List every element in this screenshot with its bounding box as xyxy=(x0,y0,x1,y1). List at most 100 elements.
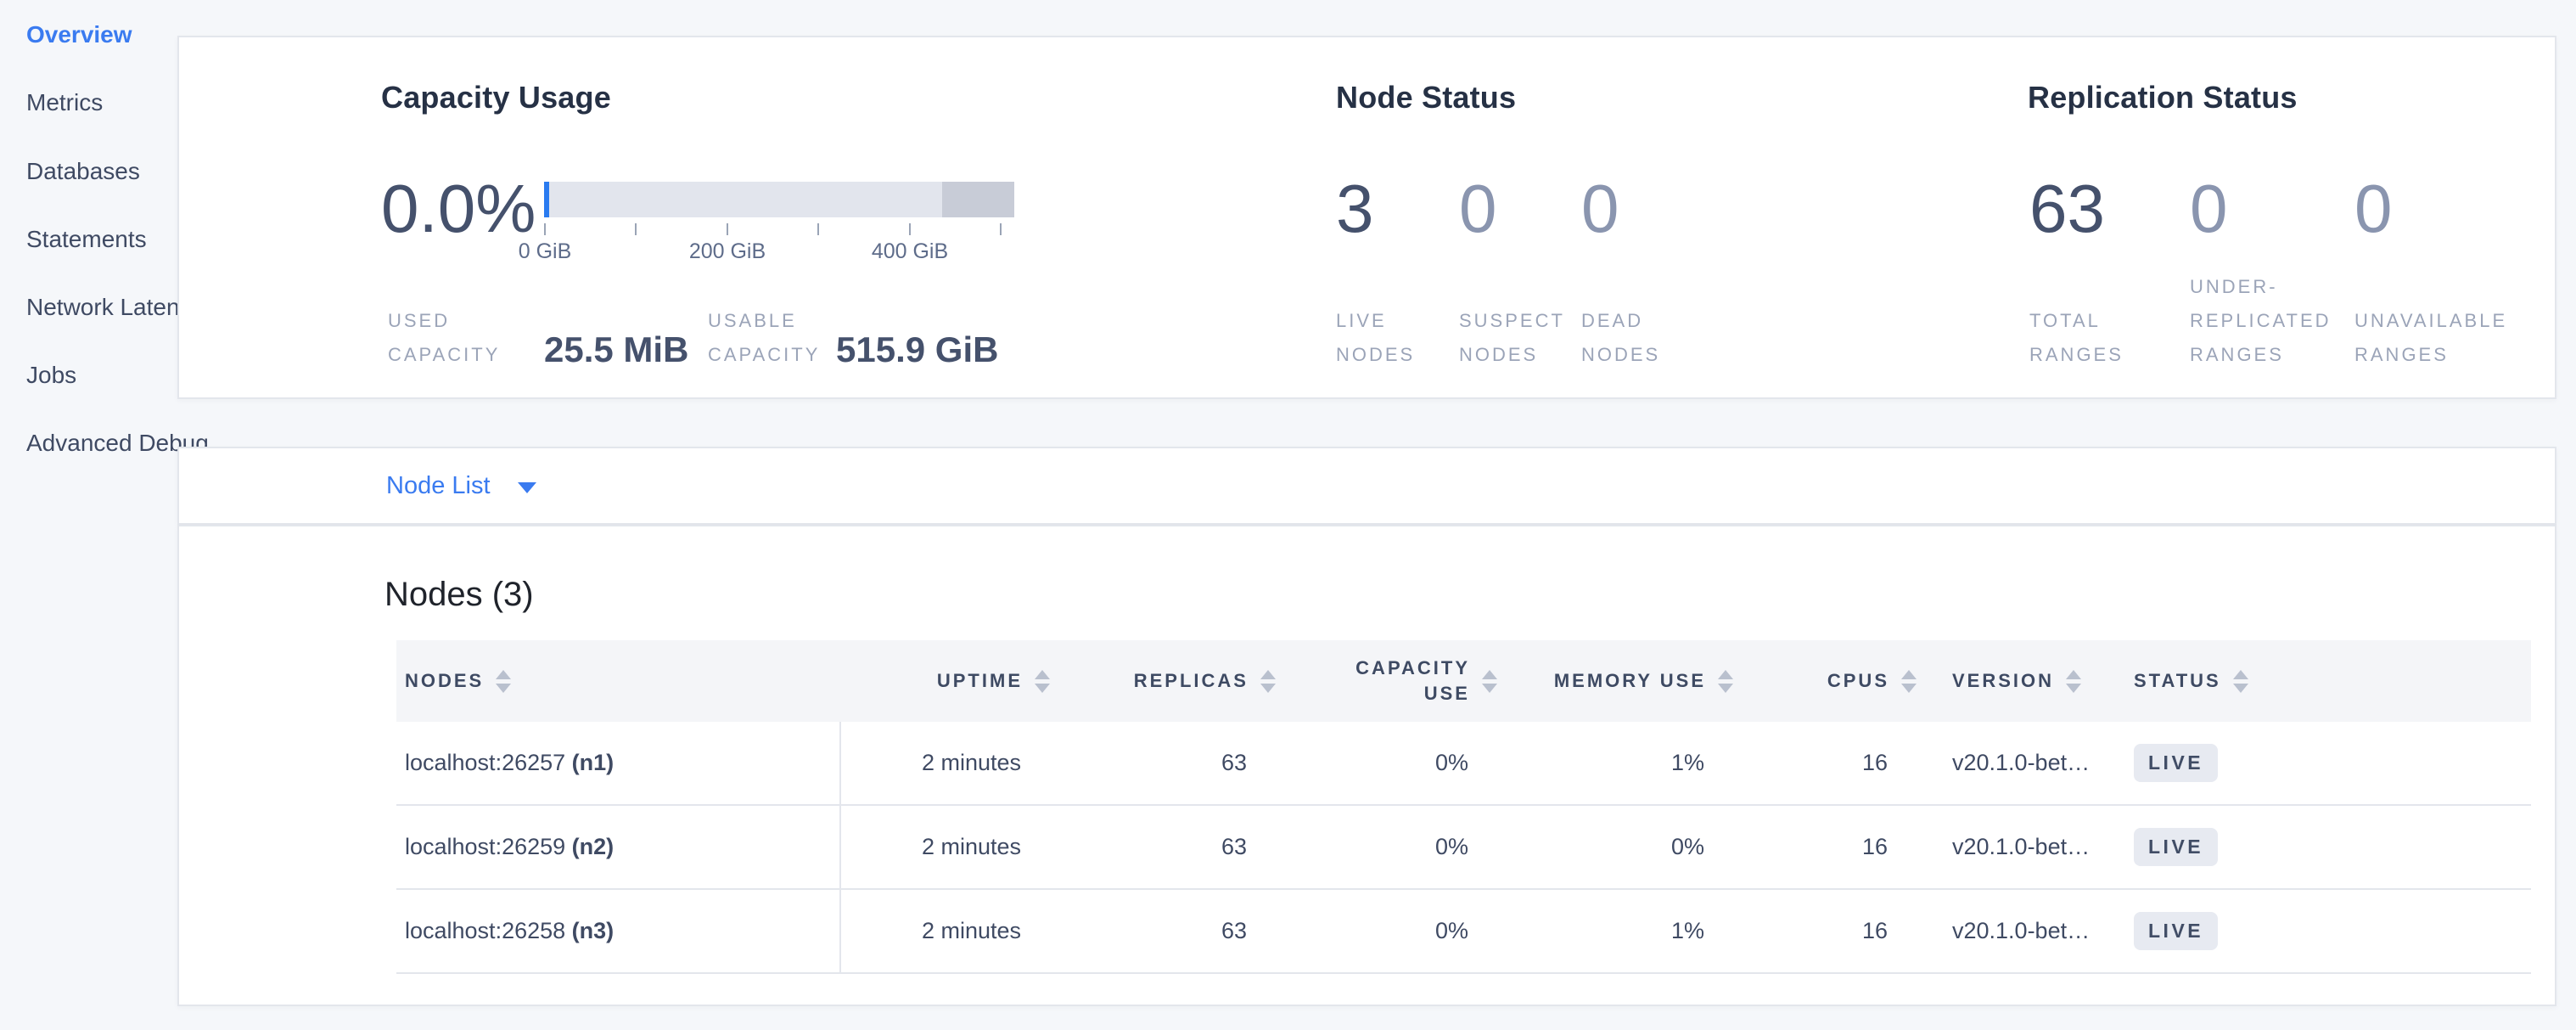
node-id: (n3) xyxy=(572,918,615,943)
gauge-tick xyxy=(544,223,546,235)
dead-nodes-label-line1: DEAD xyxy=(1581,304,1660,338)
node-address-cell[interactable]: localhost:26259 (n2) xyxy=(396,834,839,860)
column-header-cpus[interactable]: CPUS xyxy=(1704,640,1888,722)
used-capacity-label-line2: CAPACITY xyxy=(388,338,500,372)
node-list-dropdown[interactable]: Node List xyxy=(386,448,536,523)
usable-capacity-label-line1: USABLE xyxy=(708,304,820,338)
status-cell: LIVE xyxy=(2134,744,2531,782)
node-address: localhost:26257 xyxy=(405,750,565,775)
capacity-use-cell: 0% xyxy=(1247,750,1468,776)
node-list-dropdown-label: Node List xyxy=(386,472,491,500)
capacity-gauge-reserved-segment xyxy=(942,182,1014,217)
column-header-uptime-label: UPTIME xyxy=(937,670,1023,692)
gauge-tick xyxy=(1000,223,1002,235)
dead-nodes-label: DEAD NODES xyxy=(1581,304,1660,372)
uptime-cell: 2 minutes xyxy=(839,834,1021,860)
nodes-table-card: Nodes (3) NODES UPTIME REPLICAS CAPACITY… xyxy=(177,525,2556,1006)
status-badge: LIVE xyxy=(2134,744,2218,782)
under-replicated-label-line3: RANGES xyxy=(2190,338,2332,372)
capacity-use-cell: 0% xyxy=(1247,918,1468,944)
gauge-tick xyxy=(635,223,637,235)
nodes-table: NODES UPTIME REPLICAS CAPACITY USE MEMOR… xyxy=(396,640,2531,974)
memory-use-cell: 1% xyxy=(1468,750,1704,776)
sort-icon xyxy=(2233,670,2248,693)
unavailable-ranges-label-line1: UNAVAILABLE xyxy=(2354,304,2507,338)
sidebar-item-databases[interactable]: Databases xyxy=(26,155,140,189)
column-header-capacity-use[interactable]: CAPACITY USE xyxy=(1247,640,1468,722)
gauge-axis-label: 200 GiB xyxy=(668,239,787,264)
capacity-used-percent: 0.0% xyxy=(381,166,536,251)
column-header-status[interactable]: STATUS xyxy=(2134,640,2531,722)
under-replicated-ranges-count: 0 xyxy=(2190,166,2228,251)
under-replicated-label-line1: UNDER- xyxy=(2190,270,2332,304)
gauge-tick xyxy=(817,223,819,235)
nodes-column-divider xyxy=(839,722,841,974)
suspect-nodes-count: 0 xyxy=(1459,166,1497,251)
replicas-cell: 63 xyxy=(1021,834,1247,860)
table-row: localhost:26259 (n2) 2 minutes 63 0% 0% … xyxy=(396,806,2531,890)
sort-icon xyxy=(496,670,511,693)
used-capacity-label: USED CAPACITY xyxy=(388,304,500,372)
cpus-cell: 16 xyxy=(1704,918,1888,944)
unavailable-ranges-count: 0 xyxy=(2354,166,2393,251)
column-header-version-label: VERSION xyxy=(1952,670,2054,692)
gauge-tick xyxy=(909,223,911,235)
total-ranges-count: 63 xyxy=(2029,166,2105,251)
capacity-use-label-line1: CAPACITY xyxy=(1355,656,1470,681)
gauge-tick xyxy=(727,223,728,235)
replication-status-title: Replication Status xyxy=(2028,80,2298,115)
suspect-nodes-label-line1: SUSPECT xyxy=(1459,304,1565,338)
live-nodes-label: LIVE NODES xyxy=(1336,304,1415,372)
gauge-axis-label: 0 GiB xyxy=(485,239,604,264)
uptime-cell: 2 minutes xyxy=(839,750,1021,776)
table-row: localhost:26258 (n3) 2 minutes 63 0% 1% … xyxy=(396,890,2531,974)
column-header-memory-use[interactable]: MEMORY USE xyxy=(1468,640,1704,722)
column-header-version[interactable]: VERSION xyxy=(1888,640,2134,722)
nodes-table-header: NODES UPTIME REPLICAS CAPACITY USE MEMOR… xyxy=(396,640,2531,722)
dead-nodes-label-line2: NODES xyxy=(1581,338,1660,372)
sidebar-item-overview[interactable]: Overview xyxy=(26,18,132,52)
replicas-cell: 63 xyxy=(1021,918,1247,944)
view-selector-card: Node List xyxy=(177,447,2556,525)
unavailable-ranges-label: UNAVAILABLE RANGES xyxy=(2354,304,2507,372)
sidebar-item-metrics[interactable]: Metrics xyxy=(26,86,103,120)
status-badge: LIVE xyxy=(2134,828,2218,866)
under-replicated-label-line2: REPLICATED xyxy=(2190,304,2332,338)
used-capacity-value: 25.5 MiB xyxy=(544,329,688,370)
total-ranges-label-line1: TOTAL xyxy=(2029,304,2124,338)
node-status-title: Node Status xyxy=(1336,80,1516,115)
cluster-summary-card: Capacity Usage 0.0% 0 GiB 200 GiB 400 Gi… xyxy=(177,36,2556,399)
memory-use-cell: 1% xyxy=(1468,918,1704,944)
under-replicated-ranges-label: UNDER- REPLICATED RANGES xyxy=(2190,270,2332,372)
column-header-replicas-label: REPLICAS xyxy=(1134,670,1249,692)
status-badge: LIVE xyxy=(2134,912,2218,950)
node-id: (n2) xyxy=(572,834,615,859)
node-address-cell[interactable]: localhost:26258 (n3) xyxy=(396,918,839,944)
cpus-cell: 16 xyxy=(1704,750,1888,776)
dead-nodes-count: 0 xyxy=(1581,166,1619,251)
live-nodes-count: 3 xyxy=(1336,166,1374,251)
unavailable-ranges-label-line2: RANGES xyxy=(2354,338,2507,372)
column-header-uptime[interactable]: UPTIME xyxy=(839,640,1021,722)
sidebar-item-statements[interactable]: Statements xyxy=(26,222,147,256)
node-id: (n1) xyxy=(572,750,615,775)
total-ranges-label: TOTAL RANGES xyxy=(2029,304,2124,372)
capacity-gauge xyxy=(544,182,1014,217)
node-address: localhost:26258 xyxy=(405,918,565,943)
nodes-table-title: Nodes (3) xyxy=(384,576,534,614)
usable-capacity-label-line2: CAPACITY xyxy=(708,338,820,372)
live-nodes-label-line1: LIVE xyxy=(1336,304,1415,338)
table-row: localhost:26257 (n1) 2 minutes 63 0% 1% … xyxy=(396,722,2531,806)
status-cell: LIVE xyxy=(2134,828,2531,866)
column-header-replicas[interactable]: REPLICAS xyxy=(1021,640,1247,722)
column-header-nodes[interactable]: NODES xyxy=(396,640,839,722)
node-address-cell[interactable]: localhost:26257 (n1) xyxy=(396,750,839,776)
sort-icon xyxy=(2066,670,2081,693)
column-header-cpus-label: CPUS xyxy=(1827,670,1889,692)
sidebar-item-jobs[interactable]: Jobs xyxy=(26,358,76,392)
version-cell: v20.1.0-bet… xyxy=(1888,834,2134,860)
column-header-capacity-use-label: CAPACITY USE xyxy=(1355,656,1470,706)
live-nodes-label-line2: NODES xyxy=(1336,338,1415,372)
usable-capacity-label: USABLE CAPACITY xyxy=(708,304,820,372)
usable-capacity-value: 515.9 GiB xyxy=(836,329,998,370)
